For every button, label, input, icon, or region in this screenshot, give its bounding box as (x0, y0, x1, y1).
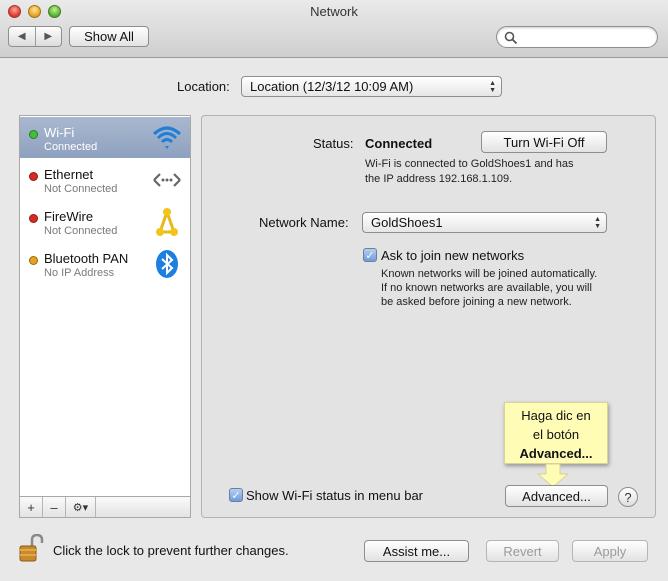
location-value: Location (12/3/12 10:09 AM) (250, 79, 414, 94)
status-dot (29, 172, 38, 181)
status-dot (29, 256, 38, 265)
wifi-icon (152, 126, 182, 149)
ask-to-join-checkbox[interactable]: ✓ (363, 248, 377, 262)
status-dot (29, 130, 38, 139)
popup-arrows-icon: ▲ ▼ (489, 80, 496, 94)
turn-wifi-off-button[interactable]: Turn Wi-Fi Off (481, 131, 607, 153)
tooltip-line-1: Haga dic en (521, 408, 591, 423)
remove-service-button[interactable]: – (43, 497, 66, 517)
revert-button[interactable]: Revert (486, 540, 559, 562)
advanced-button[interactable]: Advanced... (505, 485, 608, 507)
lock-icon[interactable] (18, 534, 44, 564)
lock-message: Click the lock to prevent further change… (53, 543, 289, 558)
service-name: Bluetooth PAN (44, 251, 129, 266)
status-description-line-2: the IP address 192.168.1.109. (365, 173, 513, 185)
status-value: Connected (365, 136, 433, 151)
service-status: Not Connected (44, 225, 118, 237)
service-list-controls: + – ⚙▾ (19, 496, 191, 518)
action-menu-button[interactable]: ⚙▾ (66, 497, 96, 517)
advanced-tooltip: Haga dic en el botón Advanced... (504, 402, 608, 464)
firewire-icon (156, 208, 178, 236)
status-description-line-1: Wi-Fi is connected to GoldShoes1 and has (365, 158, 574, 170)
service-item-firewire[interactable]: FireWire Not Connected (20, 201, 190, 242)
service-status: Connected (44, 141, 98, 153)
service-list: Wi-Fi Connected Ethernet Not Connected F… (19, 115, 191, 518)
title-bar: Network ◀ ▶ Show All (0, 0, 668, 58)
tooltip-line-3: Advanced... (519, 446, 593, 461)
assist-me-button[interactable]: Assist me... (364, 540, 469, 562)
show-wifi-status-label[interactable]: Show Wi-Fi status in menu bar (246, 488, 423, 503)
back-button[interactable]: ◀ (9, 27, 36, 46)
ask-description-line-2: If no known networks are available, you … (381, 282, 592, 294)
apply-button[interactable]: Apply (572, 540, 648, 562)
network-name-value: GoldShoes1 (371, 215, 443, 230)
ask-description-line-3: be asked before joining a new network. (381, 296, 572, 308)
service-name: FireWire (44, 209, 94, 224)
window-title: Network (310, 4, 358, 19)
location-popup[interactable]: Location (12/3/12 10:09 AM) ▲ ▼ (241, 76, 502, 97)
forward-button[interactable]: ▶ (36, 27, 62, 46)
help-button[interactable]: ? (618, 487, 638, 507)
ask-to-join-label[interactable]: Ask to join new networks (381, 248, 524, 263)
tooltip-line-2: el botón (532, 427, 580, 442)
ask-description-line-1: Known networks will be joined automatica… (381, 268, 598, 280)
status-dot (29, 214, 38, 223)
service-status: Not Connected (44, 183, 118, 195)
show-all-button[interactable]: Show All (69, 26, 149, 47)
service-item-bluetooth-pan[interactable]: Bluetooth PAN No IP Address (20, 243, 190, 284)
service-name: Ethernet (44, 167, 94, 182)
search-field[interactable] (496, 26, 658, 48)
service-status: No IP Address (44, 267, 115, 279)
back-forward-control: ◀ ▶ (8, 26, 62, 47)
status-label: Status: (313, 136, 354, 151)
network-name-popup[interactable]: GoldShoes1 ▲ ▼ (362, 212, 607, 233)
search-icon (504, 31, 518, 45)
location-label: Location: (177, 79, 230, 94)
service-item-ethernet[interactable]: Ethernet Not Connected (20, 159, 190, 200)
service-item-wifi[interactable]: Wi-Fi Connected (20, 117, 190, 158)
ethernet-icon (153, 173, 181, 187)
service-name: Wi-Fi (44, 125, 75, 140)
add-service-button[interactable]: + (20, 497, 43, 517)
popup-arrows-icon: ▲ ▼ (594, 216, 601, 230)
bluetooth-icon (156, 250, 178, 278)
show-wifi-status-checkbox[interactable]: ✓ (229, 488, 243, 502)
network-name-label: Network Name: (259, 215, 349, 230)
